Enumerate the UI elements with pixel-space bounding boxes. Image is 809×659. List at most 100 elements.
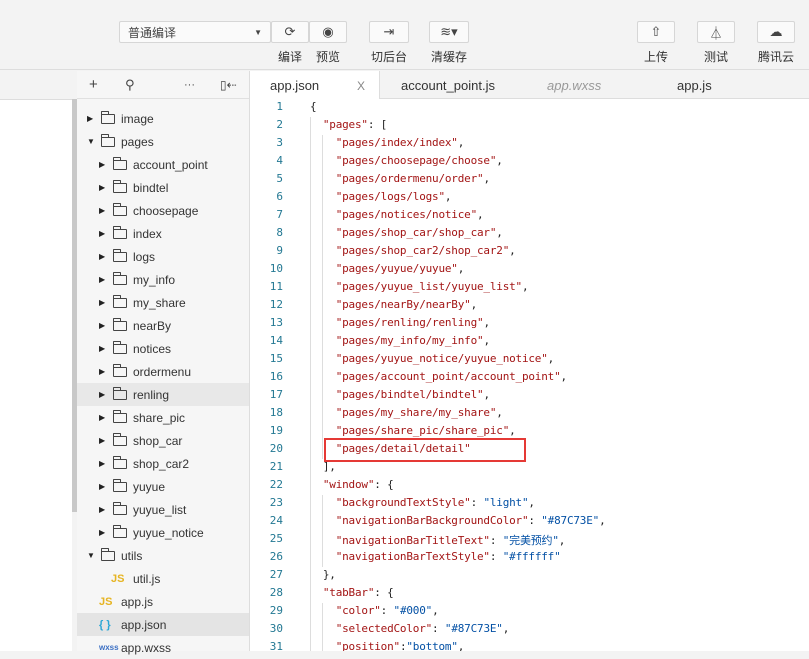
chevron-right-icon[interactable]: ▶ (99, 505, 107, 514)
tree-item-image[interactable]: ▶ image (77, 107, 249, 130)
search-icon[interactable]: ⚲ (125, 77, 135, 93)
json-key: "pages/index/index" (335, 136, 458, 149)
chevron-right-icon[interactable]: ▶ (99, 413, 107, 422)
chevron-right-icon[interactable]: ▶ (99, 252, 107, 261)
chevron-right-icon[interactable]: ▶ (99, 459, 107, 468)
tencent-cloud-button[interactable]: ☁ (757, 21, 795, 43)
tree-item-my-share[interactable]: ▶ my_share (77, 291, 249, 314)
chevron-right-icon[interactable]: ▶ (99, 344, 107, 353)
add-icon[interactable]: + (89, 76, 98, 93)
chevron-right-icon[interactable]: ▶ (99, 183, 107, 192)
chevron-right-icon[interactable]: ▶ (99, 206, 107, 215)
upload-button[interactable]: ⇧ (637, 21, 675, 43)
tab-app-json[interactable]: app.json X (250, 71, 380, 100)
tree-item-app-js[interactable]: JS app.js (77, 590, 249, 613)
switch-background-button[interactable]: ⇥ (369, 21, 409, 43)
line-number: 1 (276, 100, 283, 113)
punctuation (310, 136, 336, 149)
chevron-right-icon[interactable]: ▶ (99, 321, 107, 330)
tree-item-app-wxss[interactable]: wxss app.wxss (77, 636, 249, 659)
json-key: "pages/nearBy/nearBy" (335, 298, 471, 311)
chevron-right-icon[interactable]: ▶ (87, 114, 95, 123)
tree-item-notices[interactable]: ▶ notices (77, 337, 249, 360)
tree-item-ordermenu[interactable]: ▶ ordermenu (77, 360, 249, 383)
tree-item-pages[interactable]: ▼ pages (77, 130, 249, 153)
tree-item-utils[interactable]: ▼ utils (77, 544, 249, 567)
line-number: 5 (276, 172, 283, 185)
clear-cache-button[interactable]: ≋▾ (429, 21, 469, 43)
compile-button[interactable]: ⟳ (271, 21, 309, 43)
close-icon[interactable]: X (357, 79, 365, 93)
punctuation: , (483, 334, 490, 347)
tree-item-label: image (121, 111, 154, 126)
line-number: 24 (269, 514, 283, 527)
tree-item-nearby[interactable]: ▶ nearBy (77, 314, 249, 337)
tree-item-app-json[interactable]: { } app.json (77, 613, 249, 636)
tree-item-logs[interactable]: ▶ logs (77, 245, 249, 268)
folder-icon (113, 501, 127, 515)
code-line: "pages/yuyue_notice/yuyue_notice", (310, 352, 555, 365)
chevron-right-icon[interactable]: ▶ (99, 298, 107, 307)
punctuation: , (496, 406, 503, 419)
code-line: "pages/nearBy/nearBy", (310, 298, 478, 311)
tree-item-shop-car2[interactable]: ▶ shop_car2 (77, 452, 249, 475)
code-line: "pages/my_info/my_info", (310, 334, 490, 347)
compile-label: 编译 (277, 50, 302, 64)
chevron-right-icon[interactable]: ▶ (99, 367, 107, 376)
json-key: "pages/my_share/my_share" (335, 406, 497, 419)
tree-item-yuyue-list[interactable]: ▶ yuyue_list (77, 498, 249, 521)
punctuation: : { (374, 478, 394, 491)
code-editor[interactable]: 1 {2 "pages": [3 "pages/index/index", 4 "p… (250, 99, 809, 651)
chevron-right-icon[interactable]: ▶ (99, 528, 107, 537)
tab-app-js[interactable]: app.js (677, 71, 712, 99)
tree-item-bindtel[interactable]: ▶ bindtel (77, 176, 249, 199)
tab-app-wxss[interactable]: app.wxss (547, 71, 601, 99)
punctuation: , (483, 316, 490, 329)
more-icon[interactable]: ··· (184, 79, 195, 91)
chevron-right-icon[interactable]: ▶ (99, 436, 107, 445)
code-line: "pages/shop_car2/shop_car2", (310, 244, 516, 257)
tree-item-label: utils (121, 548, 143, 563)
chevron-right-icon[interactable]: ▶ (99, 229, 107, 238)
tree-item-shop-car[interactable]: ▶ shop_car (77, 429, 249, 452)
chevron-right-icon[interactable]: ▶ (99, 390, 107, 399)
code-line: "pages/share_pic/share_pic", (310, 424, 516, 437)
tab-account-point-js[interactable]: account_point.js (401, 71, 495, 99)
line-number: 28 (269, 586, 283, 599)
punctuation (310, 604, 336, 617)
folder-icon (113, 478, 127, 492)
compile-mode-select[interactable]: 普通编译 ▼ (119, 21, 271, 43)
tree-item-my-info[interactable]: ▶ my_info (77, 268, 249, 291)
tree-item-label: shop_car (133, 433, 183, 448)
chevron-right-icon[interactable]: ▶ (99, 482, 107, 491)
json-file-icon: { } (99, 618, 111, 631)
json-key: "window" (322, 478, 375, 491)
punctuation: , (528, 496, 535, 509)
punctuation (310, 622, 336, 635)
chevron-right-icon[interactable]: ▶ (99, 275, 107, 284)
upload-icon: ⇧ (650, 24, 662, 39)
punctuation (310, 640, 336, 651)
tree-item-account-point[interactable]: ▶ account_point (77, 153, 249, 176)
line-number: 13 (269, 316, 283, 329)
tree-item-choosepage[interactable]: ▶ choosepage (77, 199, 249, 222)
tree-item-yuyue[interactable]: ▶ yuyue (77, 475, 249, 498)
tree-item-renling[interactable]: ▶ renling (77, 383, 249, 406)
code-line: }, (310, 568, 336, 581)
tree-item-index[interactable]: ▶ index (77, 222, 249, 245)
tree-item-util-js[interactable]: JS util.js (77, 567, 249, 590)
chevron-down-icon[interactable]: ▼ (87, 551, 95, 560)
test-button[interactable]: ⏃ (697, 21, 735, 43)
chevron-right-icon[interactable]: ▶ (99, 160, 107, 169)
json-key: "color" (335, 604, 381, 617)
tree-item-share-pic[interactable]: ▶ share_pic (77, 406, 249, 429)
chevron-down-icon[interactable]: ▼ (87, 137, 95, 146)
punctuation: , (457, 640, 465, 651)
collapse-panel-icon[interactable]: ▯⇠ (220, 78, 237, 92)
preview-button[interactable]: ◉ (309, 21, 347, 43)
punctuation (310, 118, 323, 131)
eye-icon: ◉ (322, 24, 334, 39)
line-number: 31 (269, 640, 283, 651)
line-number: 23 (269, 496, 283, 509)
tree-item-yuyue-notice[interactable]: ▶ yuyue_notice (77, 521, 249, 544)
